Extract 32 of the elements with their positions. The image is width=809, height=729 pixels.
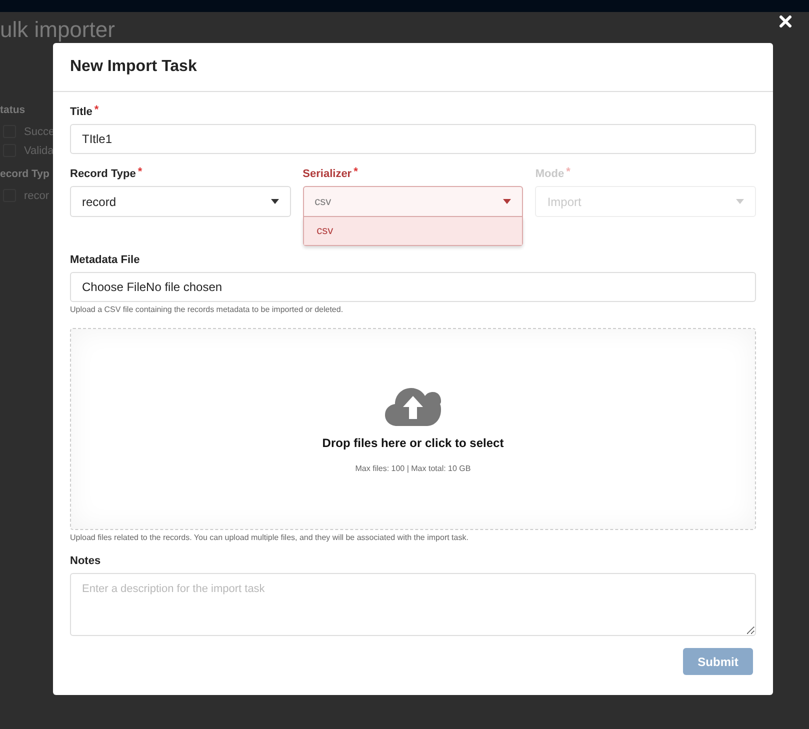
select-field[interactable]: record: [70, 186, 291, 217]
help-text: Upload files related to the records. You can upload multiple files, and they will be associated with the import task.: [70, 533, 470, 542]
cloud-upload-icon: [385, 386, 441, 426]
required-asterisk: *: [354, 168, 358, 177]
required-asterisk: *: [566, 168, 570, 177]
dropzone[interactable]: Drop files here or click to select Max files: 100 | Max total: 10 GB: [70, 328, 756, 530]
title-field[interactable]: TItle1: [70, 124, 756, 154]
filter-label: Valida: [24, 144, 54, 156]
caret-icon: [503, 199, 512, 204]
filter-heading: tatus: [0, 104, 26, 116]
field-label: Metadata File: [70, 254, 140, 266]
field-label: Notes: [70, 555, 101, 567]
help-text: Upload a CSV file containing the records metadata to be imported or deleted.: [70, 305, 344, 314]
field-label: Serializer: [302, 168, 352, 180]
field-label: Record Type: [70, 168, 136, 180]
caret-icon: [736, 199, 744, 204]
required-asterisk: *: [94, 106, 99, 115]
file-input[interactable]: Choose FileNo file chosen: [70, 272, 756, 302]
notes-field[interactable]: Enter a description for the import task: [70, 573, 756, 636]
filter-heading: ecord Typ: [0, 168, 50, 180]
dropdown-option[interactable]: csv: [304, 217, 522, 245]
required-asterisk: *: [138, 168, 142, 177]
dropzone-prompt: Drop files here or click to select: [322, 436, 504, 450]
close-icon[interactable]: [779, 15, 792, 28]
select-field[interactable]: csv: [302, 186, 524, 217]
modal-title: New Import Task: [70, 58, 197, 76]
page-title: ulk importer: [0, 18, 115, 42]
field-label: Title: [70, 106, 92, 118]
upload-limits: Max files: 100 | Max total: 10 GB: [355, 464, 471, 472]
caret-icon: [270, 199, 279, 204]
filter-label: recor: [24, 190, 50, 202]
filter-label: Succe: [24, 126, 55, 138]
